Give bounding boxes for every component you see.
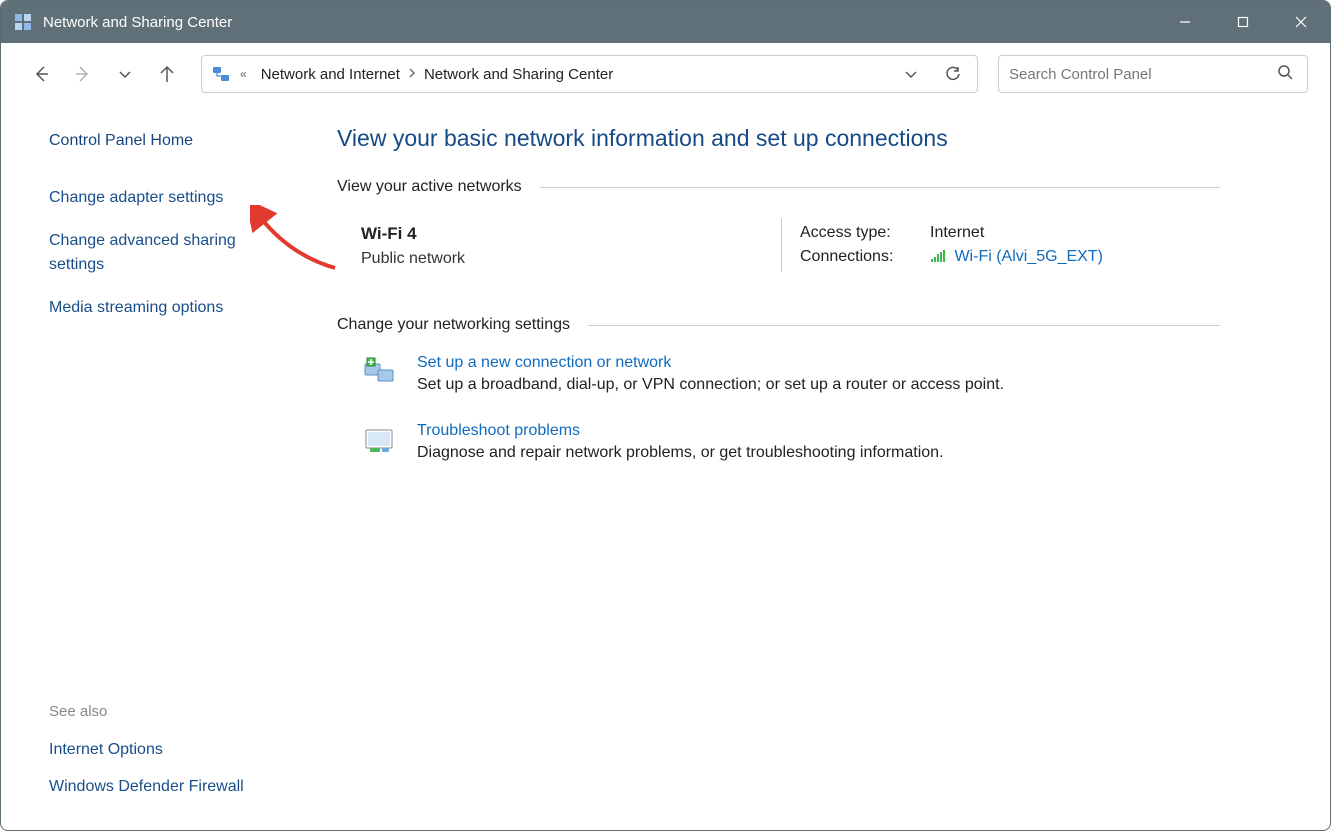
network-name: Wi-Fi 4 xyxy=(361,224,781,244)
access-type-label: Access type: xyxy=(800,224,930,242)
search-icon[interactable] xyxy=(1277,64,1297,84)
sidebar-media-streaming-options[interactable]: Media streaming options xyxy=(49,296,279,319)
title-bar: Network and Sharing Center xyxy=(1,1,1330,43)
close-button[interactable] xyxy=(1272,1,1330,43)
network-type: Public network xyxy=(361,250,781,268)
address-bar[interactable]: « Network and Internet Network and Shari… xyxy=(201,55,978,93)
sidebar: Control Panel Home Change adapter settin… xyxy=(1,105,301,830)
network-center-icon xyxy=(210,63,232,85)
chevron-right-icon xyxy=(406,68,418,81)
breadcrumb-network-sharing-center[interactable]: Network and Sharing Center xyxy=(418,62,619,87)
see-also-internet-options[interactable]: Internet Options xyxy=(49,738,279,761)
active-networks-heading: View your active networks xyxy=(337,178,522,196)
setup-connection-link[interactable]: Set up a new connection or network xyxy=(417,354,671,372)
troubleshoot-desc: Diagnose and repair network problems, or… xyxy=(417,444,944,462)
maximize-button[interactable] xyxy=(1214,1,1272,43)
signal-strength-icon xyxy=(930,249,946,268)
recent-dropdown-button[interactable] xyxy=(107,56,143,92)
control-panel-icon xyxy=(13,12,33,32)
divider xyxy=(588,325,1220,326)
sidebar-change-adapter-settings[interactable]: Change adapter settings xyxy=(49,186,279,209)
connection-link[interactable]: Wi-Fi (Alvi_5G_EXT) xyxy=(954,248,1102,265)
setup-connection-icon xyxy=(361,354,399,390)
troubleshoot-icon xyxy=(361,422,399,458)
setup-connection-desc: Set up a broadband, dial-up, or VPN conn… xyxy=(417,376,1004,394)
see-also-windows-defender-firewall[interactable]: Windows Defender Firewall xyxy=(49,775,279,798)
divider xyxy=(540,187,1220,188)
refresh-button[interactable] xyxy=(933,57,973,91)
back-button[interactable] xyxy=(23,56,59,92)
main-content: View your basic network information and … xyxy=(301,105,1330,830)
toolbar: « Network and Internet Network and Shari… xyxy=(1,43,1330,105)
vertical-divider xyxy=(781,218,782,272)
forward-button[interactable] xyxy=(65,56,101,92)
sidebar-control-panel-home[interactable]: Control Panel Home xyxy=(49,129,279,152)
breadcrumb-network-internet[interactable]: Network and Internet xyxy=(255,62,406,87)
minimize-button[interactable] xyxy=(1156,1,1214,43)
search-box[interactable] xyxy=(998,55,1308,93)
search-input[interactable] xyxy=(1009,66,1277,83)
up-button[interactable] xyxy=(149,56,185,92)
access-type-value: Internet xyxy=(930,224,984,242)
address-dropdown-button[interactable] xyxy=(891,57,931,91)
window-title: Network and Sharing Center xyxy=(43,14,1156,31)
troubleshoot-link[interactable]: Troubleshoot problems xyxy=(417,422,580,440)
see-also-label: See also xyxy=(49,703,279,720)
page-title: View your basic network information and … xyxy=(337,125,1220,152)
change-networking-heading: Change your networking settings xyxy=(337,316,570,334)
connections-label: Connections: xyxy=(800,248,930,268)
breadcrumb-overflow-icon[interactable]: « xyxy=(240,67,245,81)
sidebar-change-advanced-sharing[interactable]: Change advanced sharing settings xyxy=(49,229,279,275)
